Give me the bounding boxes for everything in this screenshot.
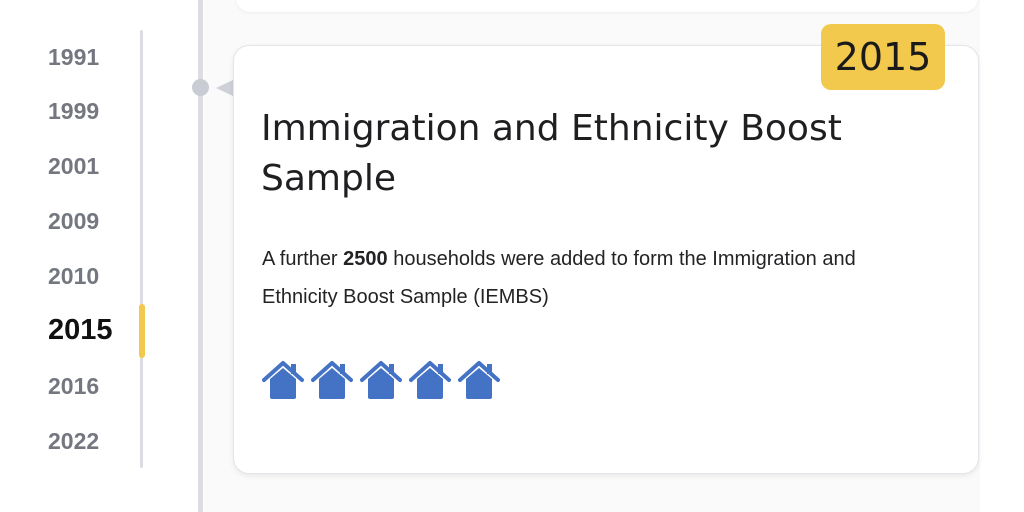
year-item-2016[interactable]: 2016 bbox=[48, 371, 138, 401]
year-item-2015[interactable]: 2015 bbox=[48, 315, 138, 345]
year-item-2009[interactable]: 2009 bbox=[48, 206, 138, 236]
house-icon bbox=[458, 361, 500, 399]
event-description: A further 2500 households were added to … bbox=[262, 240, 902, 316]
house-icon bbox=[409, 361, 451, 399]
year-navigation: 1991 1999 2001 2009 2010 2015 2016 2022 bbox=[0, 0, 145, 512]
timeline-page: 1991 1999 2001 2009 2010 2015 2016 2022 … bbox=[0, 0, 1024, 512]
event-title: Immigration and Ethnicity Boost Sample bbox=[261, 108, 842, 199]
year-item-2001[interactable]: 2001 bbox=[48, 151, 138, 181]
household-count: 2500 bbox=[343, 248, 388, 270]
year-badge: 2015 bbox=[821, 24, 945, 90]
household-icons bbox=[262, 359, 500, 401]
year-scroll-track[interactable] bbox=[140, 30, 143, 468]
description-prefix: A further bbox=[262, 248, 344, 270]
year-item-2010[interactable]: 2010 bbox=[48, 261, 138, 291]
timeline-dot bbox=[192, 79, 209, 96]
house-icon bbox=[262, 361, 304, 399]
house-icon bbox=[311, 361, 353, 399]
house-icon bbox=[360, 361, 402, 399]
year-item-2022[interactable]: 2022 bbox=[48, 426, 138, 456]
previous-card-edge bbox=[236, 0, 978, 12]
year-item-1999[interactable]: 1999 bbox=[48, 96, 138, 126]
timeline-rail bbox=[198, 0, 203, 512]
active-year-marker bbox=[139, 304, 145, 358]
card-pointer-arrow bbox=[216, 80, 233, 96]
year-item-1991[interactable]: 1991 bbox=[48, 42, 138, 72]
